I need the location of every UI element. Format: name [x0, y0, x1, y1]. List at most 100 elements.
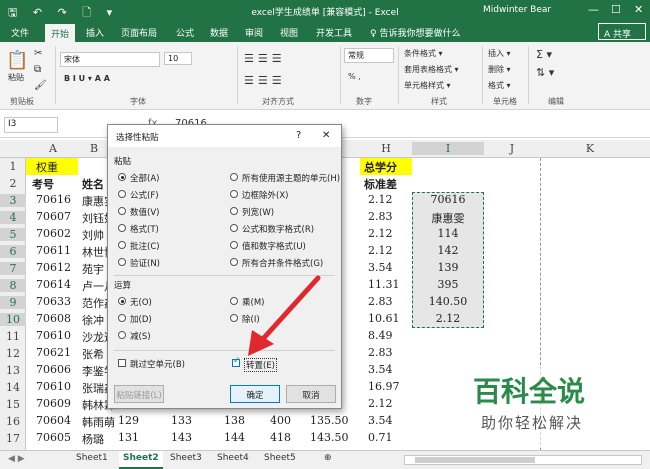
- radio-button[interactable]: [230, 190, 238, 198]
- sheet-scroll-icons[interactable]: ◀ ▶: [8, 454, 25, 464]
- tab-data[interactable]: 数据: [210, 26, 228, 39]
- sheet-tab[interactable]: Sheet5: [264, 453, 296, 463]
- cell-a[interactable]: 70609: [36, 397, 71, 410]
- tab-insert[interactable]: 插入: [86, 26, 104, 39]
- row-header[interactable]: 6: [0, 245, 26, 258]
- cell-b2[interactable]: 姓名: [82, 176, 104, 192]
- cell-i[interactable]: 康惠雯: [412, 210, 484, 226]
- radio-button[interactable]: [118, 207, 126, 215]
- cell-h[interactable]: 10.61: [368, 312, 400, 325]
- cell-h2[interactable]: 标准差: [364, 176, 397, 192]
- row-header[interactable]: 8: [0, 279, 26, 292]
- align-top-icons[interactable]: ☰☰☰: [244, 52, 286, 65]
- cell-a[interactable]: 70605: [36, 431, 71, 444]
- cell-f17[interactable]: 418: [270, 431, 291, 444]
- cell-a2[interactable]: 考号: [32, 176, 54, 192]
- ok-button[interactable]: 确定: [230, 385, 280, 403]
- row-header[interactable]: 1: [0, 160, 26, 173]
- radio-label[interactable]: 加(D): [130, 313, 152, 325]
- radio-button[interactable]: [118, 190, 126, 198]
- radio-label[interactable]: 乘(M): [242, 296, 264, 308]
- tab-file[interactable]: 文件: [11, 26, 29, 39]
- cell-a[interactable]: 70607: [36, 210, 71, 223]
- radio-button[interactable]: [118, 297, 126, 305]
- tab-formulas[interactable]: 公式: [176, 26, 194, 39]
- column-header-k[interactable]: K: [540, 142, 640, 155]
- tab-home[interactable]: 开始: [45, 24, 76, 42]
- sort-filter-icon[interactable]: ⇅ ▾: [536, 66, 554, 79]
- cell-g17[interactable]: 143.50: [310, 431, 349, 444]
- radio-button[interactable]: [118, 241, 126, 249]
- row-header[interactable]: 5: [0, 228, 26, 241]
- cell-i[interactable]: 139: [412, 261, 484, 274]
- cell-i[interactable]: 70616: [412, 193, 484, 206]
- cell-a[interactable]: 70602: [36, 227, 71, 240]
- copy-icon[interactable]: ⧉: [34, 64, 41, 75]
- row-header[interactable]: 16: [0, 415, 26, 428]
- cut-icon[interactable]: ✂: [34, 48, 42, 59]
- cell-i[interactable]: 140.50: [412, 295, 484, 308]
- cell-b[interactable]: 杨璐: [82, 431, 104, 447]
- tab-developer[interactable]: 开发工具: [316, 26, 352, 39]
- row-header[interactable]: 9: [0, 296, 26, 309]
- radio-button[interactable]: [118, 258, 126, 266]
- cell-a1[interactable]: 权重: [36, 159, 58, 175]
- radio-button[interactable]: [230, 241, 238, 249]
- cell-b[interactable]: 刘帅: [82, 227, 104, 243]
- cell-a[interactable]: 70616: [36, 193, 71, 206]
- row-header[interactable]: 17: [0, 432, 26, 445]
- font-name-select[interactable]: 宋体: [60, 52, 160, 67]
- row-header[interactable]: 4: [0, 211, 26, 224]
- transpose-checkbox[interactable]: ✓: [232, 356, 241, 367]
- maximize-icon[interactable]: ☐: [611, 3, 621, 16]
- horizontal-scrollbar[interactable]: [404, 455, 642, 465]
- cell-d16[interactable]: 133: [171, 414, 192, 427]
- cell-h[interactable]: 16.97: [368, 380, 400, 393]
- cell-e16[interactable]: 138: [224, 414, 245, 427]
- cell-h[interactable]: 3.54: [368, 261, 393, 274]
- radio-label[interactable]: 无(O): [130, 296, 152, 308]
- cell-h[interactable]: 2.12: [368, 193, 393, 206]
- radio-button[interactable]: [118, 224, 126, 232]
- radio-button[interactable]: [230, 224, 238, 232]
- cell-e17[interactable]: 144: [224, 431, 245, 444]
- column-header-a[interactable]: A: [26, 142, 80, 155]
- column-header-j[interactable]: J: [484, 142, 540, 155]
- transpose-label[interactable]: 转置(E): [244, 358, 278, 372]
- cell-a[interactable]: 70611: [36, 244, 71, 257]
- radio-button[interactable]: [118, 314, 126, 322]
- radio-button[interactable]: [230, 173, 238, 181]
- cell-i[interactable]: 2.12: [412, 312, 484, 325]
- row-header[interactable]: 3: [0, 194, 26, 207]
- radio-label[interactable]: 数值(V): [130, 206, 159, 218]
- format-cells-button[interactable]: 格式 ▾: [488, 80, 511, 91]
- minimize-icon[interactable]: —: [588, 3, 599, 16]
- radio-label[interactable]: 除(I): [242, 313, 260, 325]
- number-format-select[interactable]: 常规: [344, 48, 394, 63]
- format-painter-icon[interactable]: 🖌: [34, 80, 47, 91]
- row-header[interactable]: 2: [0, 177, 26, 190]
- row-header[interactable]: 12: [0, 347, 26, 360]
- radio-button[interactable]: [230, 314, 238, 322]
- font-style-buttons[interactable]: B I U ▾ A A: [64, 74, 110, 83]
- radio-button[interactable]: [230, 207, 238, 215]
- radio-label[interactable]: 列宽(W): [242, 206, 274, 218]
- cell-i[interactable]: 395: [412, 278, 484, 291]
- cell-h[interactable]: 0.71: [368, 431, 393, 444]
- radio-label[interactable]: 边框除外(X): [242, 189, 288, 201]
- cell-b[interactable]: 韩雨萌: [82, 414, 115, 430]
- cell-d17[interactable]: 143: [171, 431, 192, 444]
- tab-view[interactable]: 视图: [280, 26, 298, 39]
- row-header[interactable]: 11: [0, 330, 26, 343]
- cell-c17[interactable]: 131: [118, 431, 139, 444]
- cell-b[interactable]: 徐冲: [82, 312, 104, 328]
- radio-label[interactable]: 批注(C): [130, 240, 160, 252]
- user-name[interactable]: Midwinter Bear: [483, 5, 551, 15]
- delete-cells-button[interactable]: 删除 ▾: [488, 64, 511, 75]
- row-header[interactable]: 15: [0, 398, 26, 411]
- help-button[interactable]: ?: [296, 130, 301, 141]
- cell-style-button[interactable]: 单元格样式 ▾: [404, 80, 451, 91]
- tab-page-layout[interactable]: 页面布局: [121, 26, 157, 39]
- tab-review[interactable]: 审阅: [245, 26, 263, 39]
- cell-h[interactable]: 8.49: [368, 329, 393, 342]
